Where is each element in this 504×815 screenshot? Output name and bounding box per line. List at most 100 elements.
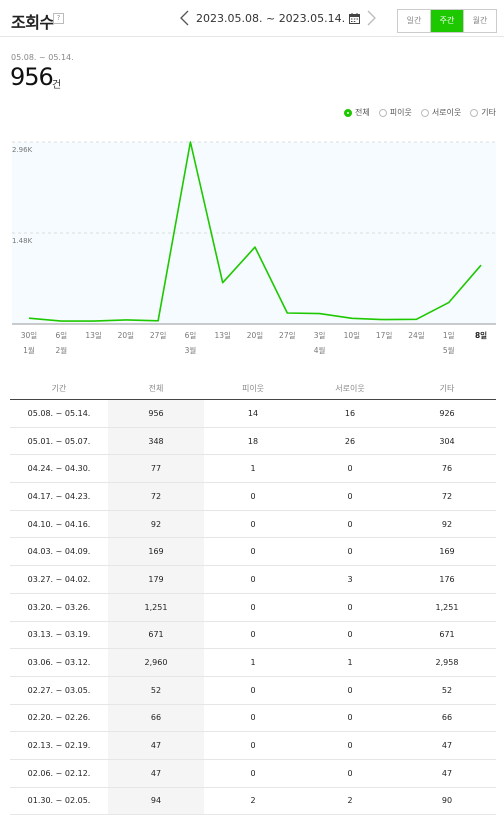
tab-weekly[interactable]: 주간 [431, 10, 464, 32]
cell-total: 179 [108, 566, 204, 594]
cell-neighbor: 1 [204, 649, 302, 677]
cell-period: 03.20. ~ 03.26. [10, 593, 108, 621]
table-row: 02.06. ~ 02.12.470047 [10, 759, 496, 787]
cell-neighbor: 0 [204, 566, 302, 594]
cell-mutual: 0 [302, 483, 398, 511]
cell-neighbor: 0 [204, 593, 302, 621]
cell-total: 671 [108, 621, 204, 649]
cell-other: 92 [398, 510, 496, 538]
x-tick-label: 1일 [443, 331, 455, 340]
cell-period: 05.01. ~ 05.07. [10, 427, 108, 455]
views-line-chart: 2.96K1.48K30일1월6일2월13일20일27일6일3월13일20일27… [0, 135, 504, 360]
x-tick-label: 13일 [214, 331, 231, 340]
cell-neighbor: 2 [204, 787, 302, 815]
cell-neighbor: 0 [204, 621, 302, 649]
filter-all[interactable]: 전체 [344, 107, 370, 118]
cell-mutual: 3 [302, 566, 398, 594]
cell-neighbor: 1 [204, 455, 302, 483]
filter-other[interactable]: 기타 [470, 107, 496, 118]
page-title: 조회수 [11, 9, 54, 33]
cell-period: 04.03. ~ 04.09. [10, 538, 108, 566]
table-row: 04.24. ~ 04.30.771076 [10, 455, 496, 483]
cell-period: 05.08. ~ 05.14. [10, 400, 108, 428]
cell-total: 47 [108, 759, 204, 787]
tab-daily[interactable]: 일간 [398, 10, 431, 32]
x-month-label: 3월 [185, 345, 197, 355]
summary-range: 05.08. ~ 05.14. [11, 53, 74, 62]
chevron-left-icon[interactable] [178, 10, 192, 26]
cell-total: 94 [108, 787, 204, 815]
cell-mutual: 16 [302, 400, 398, 428]
x-tick-label: 6일 [55, 331, 67, 340]
cell-other: 47 [398, 759, 496, 787]
cell-neighbor: 0 [204, 759, 302, 787]
x-tick-label: 13일 [85, 331, 102, 340]
period-toggle: 일간 주간 월간 [397, 9, 497, 33]
cell-other: 72 [398, 483, 496, 511]
cell-period: 02.27. ~ 03.05. [10, 676, 108, 704]
y-tick-label: 1.48K [12, 237, 33, 245]
table-row: 04.17. ~ 04.23.720072 [10, 483, 496, 511]
cell-other: 76 [398, 455, 496, 483]
tab-monthly[interactable]: 월간 [464, 10, 496, 32]
cell-other: 2,958 [398, 649, 496, 677]
summary-unit: 건 [52, 76, 61, 91]
cell-period: 01.30. ~ 02.05. [10, 787, 108, 815]
series-filter: 전체 피이웃 서로이웃 기타 [344, 107, 496, 118]
cell-other: 304 [398, 427, 496, 455]
cell-total: 47 [108, 732, 204, 760]
x-tick-label: 8일 [475, 330, 487, 340]
cell-total: 956 [108, 400, 204, 428]
col-header-total: 전체 [108, 377, 204, 400]
table-row: 02.20. ~ 02.26.660066 [10, 704, 496, 732]
cell-total: 72 [108, 483, 204, 511]
x-tick-label: 20일 [118, 331, 135, 340]
table-row: 03.20. ~ 03.26.1,251001,251 [10, 593, 496, 621]
cell-mutual: 0 [302, 732, 398, 760]
cell-mutual: 0 [302, 676, 398, 704]
stats-table: 기간 전체 피이웃 서로이웃 기타 05.08. ~ 05.14.9561416… [10, 377, 496, 815]
filter-mutual[interactable]: 서로이웃 [421, 107, 461, 118]
cell-other: 1,251 [398, 593, 496, 621]
cell-period: 04.10. ~ 04.16. [10, 510, 108, 538]
cell-period: 04.24. ~ 04.30. [10, 455, 108, 483]
x-month-label: 5월 [443, 345, 455, 355]
x-tick-label: 30일 [21, 331, 38, 340]
chevron-right-icon[interactable] [364, 10, 378, 26]
cell-mutual: 26 [302, 427, 398, 455]
col-header-period: 기간 [10, 377, 108, 400]
cell-total: 66 [108, 704, 204, 732]
cell-total: 77 [108, 455, 204, 483]
table-row: 02.27. ~ 03.05.520052 [10, 676, 496, 704]
cell-neighbor: 14 [204, 400, 302, 428]
table-row: 02.13. ~ 02.19.470047 [10, 732, 496, 760]
y-tick-label: 2.96K [12, 146, 33, 154]
cell-other: 671 [398, 621, 496, 649]
radio-icon [344, 109, 352, 117]
table-row: 03.27. ~ 04.02.17903176 [10, 566, 496, 594]
cell-period: 03.13. ~ 03.19. [10, 621, 108, 649]
cell-neighbor: 18 [204, 427, 302, 455]
cell-total: 92 [108, 510, 204, 538]
filter-neighbor[interactable]: 피이웃 [379, 107, 412, 118]
cell-period: 03.27. ~ 04.02. [10, 566, 108, 594]
table-row: 03.06. ~ 03.12.2,960112,958 [10, 649, 496, 677]
radio-icon [421, 109, 429, 117]
cell-neighbor: 0 [204, 676, 302, 704]
calendar-icon[interactable] [349, 13, 360, 24]
cell-period: 02.06. ~ 02.12. [10, 759, 108, 787]
filter-label: 피이웃 [390, 107, 412, 118]
x-month-label: 1월 [23, 345, 35, 355]
col-header-neighbor: 피이웃 [204, 377, 302, 400]
date-range-label: 2023.05.08. ~ 2023.05.14. [196, 12, 345, 25]
cell-period: 04.17. ~ 04.23. [10, 483, 108, 511]
cell-total: 348 [108, 427, 204, 455]
cell-other: 90 [398, 787, 496, 815]
table-row: 01.30. ~ 02.05.942290 [10, 787, 496, 815]
x-tick-label: 20일 [247, 331, 264, 340]
filter-label: 서로이웃 [432, 107, 461, 118]
x-tick-label: 17일 [376, 331, 393, 340]
x-tick-label: 3일 [314, 331, 326, 340]
help-icon[interactable]: ? [53, 13, 64, 24]
table-row: 03.13. ~ 03.19.67100671 [10, 621, 496, 649]
